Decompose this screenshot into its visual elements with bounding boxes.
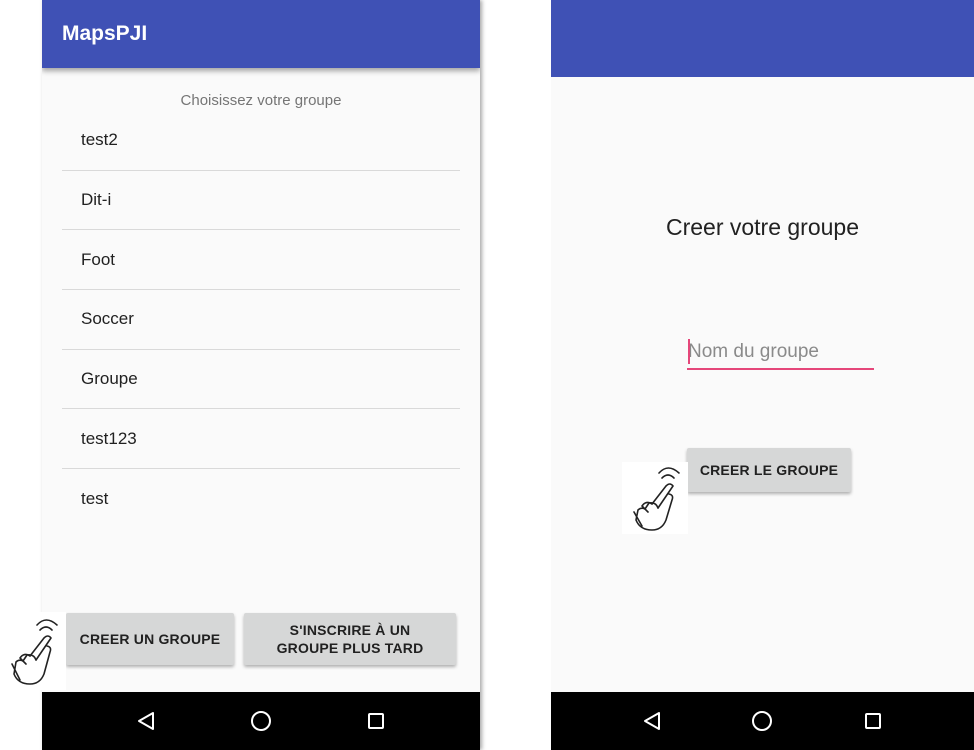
recents-icon[interactable] xyxy=(853,701,893,741)
home-icon[interactable] xyxy=(742,701,782,741)
group-name: Foot xyxy=(81,249,116,269)
recents-icon[interactable] xyxy=(356,701,396,741)
text-cursor xyxy=(688,339,690,364)
group-list-item[interactable]: test2 xyxy=(62,111,460,171)
home-icon[interactable] xyxy=(241,701,281,741)
group-list-item[interactable]: test xyxy=(62,469,460,529)
group-list: test2 Dit-i Foot Soccer Groupe test123 t… xyxy=(62,111,460,529)
group-name: test xyxy=(81,488,109,508)
group-list-item[interactable]: Groupe xyxy=(62,350,460,410)
group-list-item[interactable]: Dit-i xyxy=(62,171,460,231)
tap-hand-icon xyxy=(622,462,688,534)
app-title: MapsPJI xyxy=(62,22,148,45)
create-group-heading: Creer votre groupe xyxy=(665,214,860,240)
group-name: Soccer xyxy=(81,309,134,329)
app-bar xyxy=(551,0,974,77)
group-list-item[interactable]: test123 xyxy=(62,409,460,470)
register-later-label: S'INSCRIRE À UN GROUPE PLUS TARD xyxy=(276,622,424,656)
list-header: Choisissez votre groupe xyxy=(180,92,342,109)
create-the-group-button[interactable]: CREER LE GROUPE xyxy=(687,448,851,492)
app-bar: MapsPJI xyxy=(42,0,480,68)
create-group-screen: Creer votre groupe CREER LE GROUPE xyxy=(551,0,974,750)
group-selection-screen: MapsPJI Choisissez votre groupe test2 Di… xyxy=(42,0,480,750)
group-name-input[interactable] xyxy=(687,337,874,370)
group-list-item[interactable]: Foot xyxy=(62,230,460,291)
group-list-item[interactable]: Soccer xyxy=(62,290,460,350)
register-later-button[interactable]: S'INSCRIRE À UN GROUPE PLUS TARD xyxy=(244,613,456,665)
back-icon[interactable] xyxy=(632,701,672,741)
group-name: test2 xyxy=(81,130,118,150)
tap-hand-icon xyxy=(0,612,66,690)
create-group-button[interactable]: CREER UN GROUPE xyxy=(66,613,234,665)
back-icon[interactable] xyxy=(126,701,166,741)
group-name: Dit-i xyxy=(81,190,112,210)
system-nav-bar xyxy=(551,692,974,750)
group-name: Groupe xyxy=(81,369,138,389)
system-nav-bar xyxy=(42,692,480,750)
group-name: test123 xyxy=(81,428,137,448)
